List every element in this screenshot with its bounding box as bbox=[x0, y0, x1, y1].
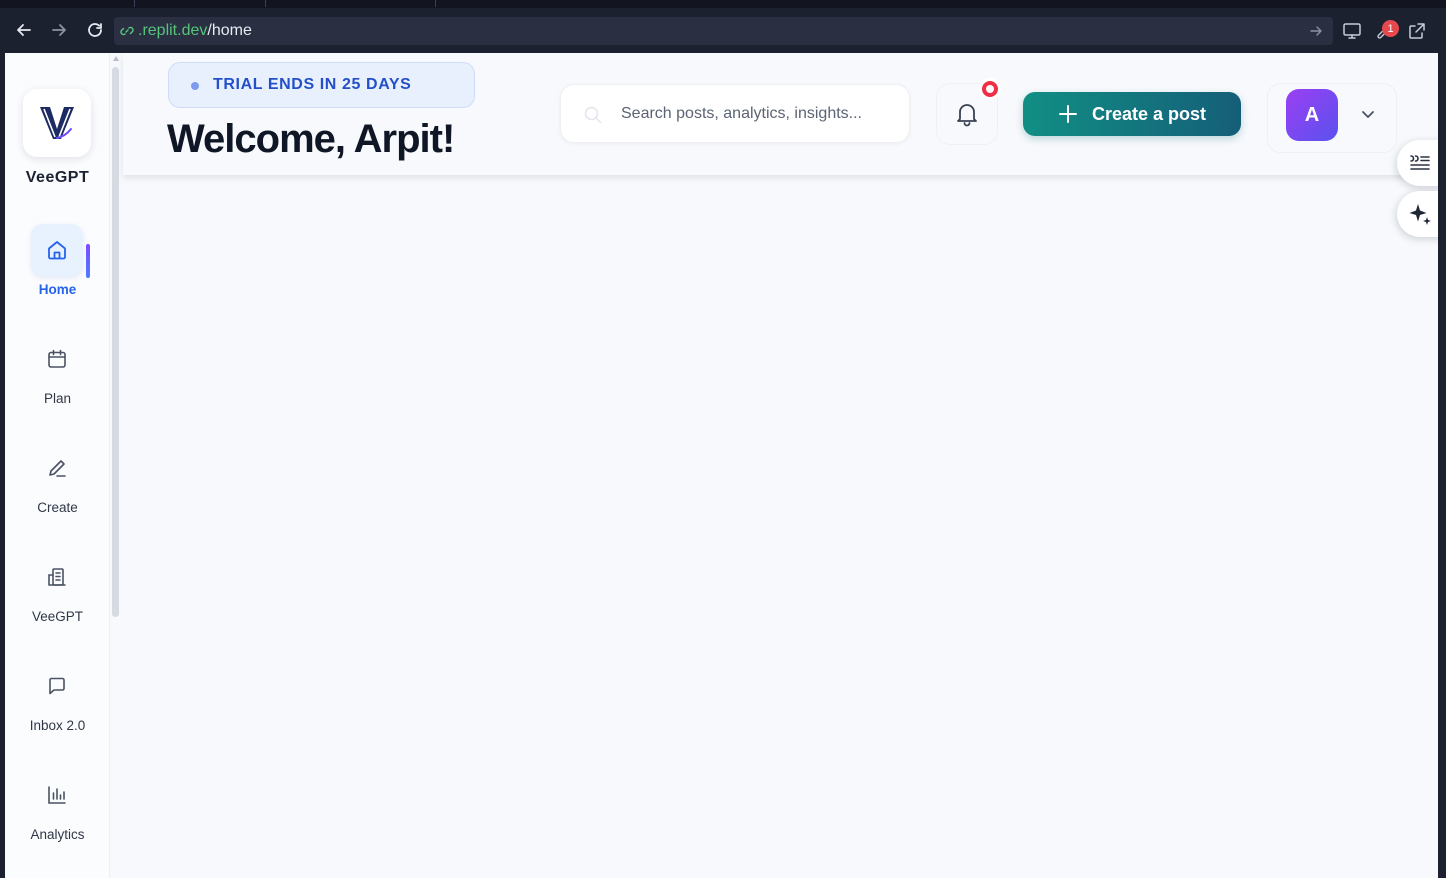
notification-badge bbox=[979, 78, 1001, 100]
arrow-left-icon bbox=[17, 24, 31, 36]
sidebar-scrollbar[interactable] bbox=[112, 67, 119, 617]
browser-tab[interactable] bbox=[134, 0, 264, 7]
sidebar-item-label: Plan bbox=[43, 391, 72, 406]
brand-name: VeeGPT bbox=[25, 169, 90, 186]
sidebar-item-label: Analytics bbox=[30, 827, 85, 842]
veegpt-logo-icon bbox=[40, 107, 74, 139]
sidebar: VeeGPT Home Plan Create VeeGPT Inbox 2.0… bbox=[5, 53, 110, 878]
go-arrow-icon[interactable] bbox=[1309, 24, 1323, 43]
create-post-label: Create a post bbox=[1091, 103, 1207, 124]
reload-icon bbox=[88, 23, 102, 37]
sidebar-item-inbox[interactable]: Inbox 2.0 bbox=[5, 660, 110, 750]
arrow-right-icon bbox=[52, 24, 66, 36]
page-title: Welcome, Arpit! bbox=[167, 117, 455, 161]
scroll-up-arrow[interactable] bbox=[113, 56, 119, 61]
sidebar-item-label: Create bbox=[37, 500, 78, 515]
trial-banner[interactable]: TRIAL ENDS IN 25 DAYS bbox=[168, 62, 475, 108]
browser-tab[interactable] bbox=[435, 0, 1446, 7]
forward-button[interactable] bbox=[48, 19, 70, 41]
url-path: /home bbox=[207, 22, 252, 39]
sidebar-item-veegpt[interactable]: VeeGPT bbox=[5, 551, 110, 641]
search-icon bbox=[583, 105, 603, 130]
reload-button[interactable] bbox=[84, 19, 106, 41]
browser-toolbar: .replit.dev/home 1 bbox=[0, 8, 1446, 53]
sidebar-item-label: Home bbox=[38, 282, 77, 297]
bell-icon bbox=[957, 104, 977, 127]
building-icon bbox=[31, 551, 83, 603]
page-header: TRIAL ENDS IN 25 DAYS Welcome, Arpit! Cr… bbox=[123, 53, 1438, 175]
sidebar-item-create[interactable]: Create bbox=[5, 442, 110, 532]
sparkles-icon bbox=[1409, 204, 1431, 225]
chat-icon bbox=[31, 660, 83, 712]
device-preview-button[interactable] bbox=[1341, 20, 1363, 42]
profile-menu[interactable]: A bbox=[1267, 83, 1397, 153]
back-button[interactable] bbox=[13, 19, 35, 41]
calendar-icon bbox=[31, 333, 83, 385]
search-box[interactable] bbox=[560, 84, 910, 143]
chevron-down-icon[interactable] bbox=[1360, 106, 1376, 127]
search-input[interactable] bbox=[621, 103, 896, 125]
avatar[interactable]: A bbox=[1286, 89, 1338, 141]
ai-assistant-button[interactable] bbox=[1397, 191, 1438, 237]
create-post-button[interactable]: Create a post bbox=[1023, 92, 1241, 136]
address-bar[interactable]: .replit.dev/home bbox=[114, 17, 1333, 45]
external-link-icon bbox=[1409, 23, 1425, 39]
app-logo[interactable] bbox=[23, 89, 91, 157]
monitor-icon bbox=[1343, 23, 1361, 39]
home-icon bbox=[31, 224, 83, 276]
link-icon bbox=[120, 24, 134, 43]
bar-chart-icon bbox=[31, 769, 83, 821]
plus-icon bbox=[1058, 104, 1078, 124]
sidebar-item-home[interactable]: Home bbox=[5, 224, 110, 314]
quotes-widget-button[interactable] bbox=[1397, 140, 1438, 186]
status-dot bbox=[191, 82, 199, 90]
devtools-count-badge: 1 bbox=[1382, 20, 1399, 37]
window-edge bbox=[1438, 53, 1446, 878]
sidebar-item-label: Inbox 2.0 bbox=[29, 718, 86, 733]
active-indicator bbox=[86, 244, 90, 278]
pen-icon bbox=[31, 442, 83, 494]
sidebar-item-plan[interactable]: Plan bbox=[5, 333, 110, 423]
browser-tab-strip bbox=[0, 0, 1446, 8]
quote-list-icon bbox=[1410, 155, 1430, 170]
trial-text: TRIAL ENDS IN 25 DAYS bbox=[213, 76, 412, 93]
url-text: .replit.dev/home bbox=[138, 22, 252, 40]
sidebar-item-analytics[interactable]: Analytics bbox=[5, 769, 110, 859]
url-domain: .replit.dev bbox=[138, 22, 208, 39]
open-new-tab-button[interactable] bbox=[1406, 20, 1428, 42]
sidebar-item-label: VeeGPT bbox=[31, 609, 84, 624]
page-viewport: VeeGPT Home Plan Create VeeGPT Inbox 2.0… bbox=[5, 53, 1438, 878]
browser-tab[interactable] bbox=[265, 0, 435, 7]
